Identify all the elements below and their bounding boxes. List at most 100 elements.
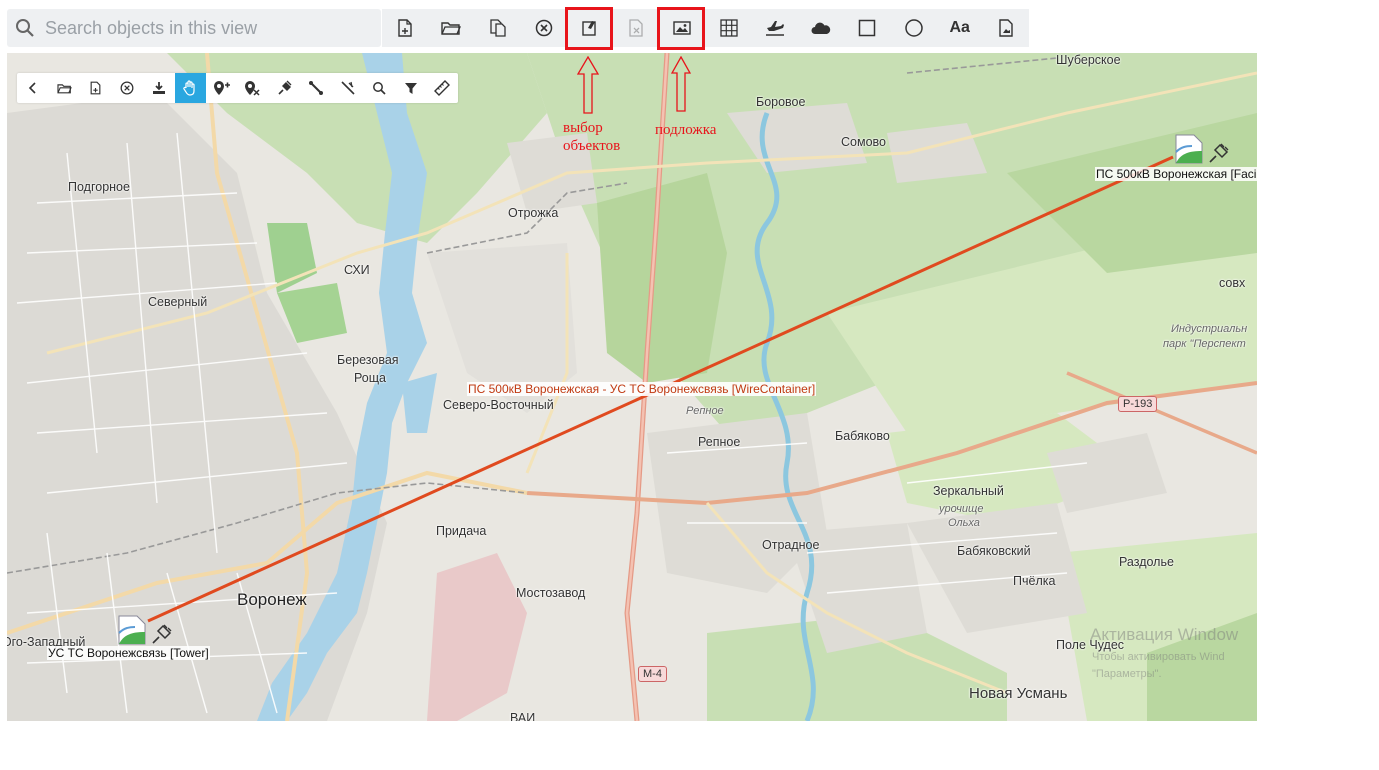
place-label: парк "Перспект (1163, 338, 1246, 350)
map-view[interactable]: Шуберское Боровое Сомово Подгорное Отрож… (7, 53, 1257, 721)
file-icon (999, 19, 1013, 37)
place-label: Бабяково (835, 429, 890, 443)
cloud-icon (811, 22, 831, 34)
copy-document-icon (489, 19, 506, 37)
delete-document-button[interactable] (613, 9, 659, 47)
windows-activation-watermark: Активация Window (1090, 625, 1239, 644)
map-open-button[interactable] (49, 73, 81, 103)
new-document-icon (398, 19, 412, 37)
place-label: Отрадное (762, 538, 820, 552)
map-add-pin-button[interactable] (206, 73, 238, 103)
place-label: Пчёлка (1013, 574, 1056, 588)
text-icon: Aa (949, 19, 970, 36)
map-back-button[interactable] (17, 73, 49, 103)
open-folder-button[interactable] (428, 9, 474, 47)
map-plug-button[interactable] (269, 73, 301, 103)
map-line-edit-button[interactable] (332, 73, 364, 103)
place-label: Боровое (756, 95, 806, 109)
tower-label[interactable]: УС ТС Воронежсвязь [Tower] (47, 646, 210, 660)
circle-icon (904, 19, 923, 37)
backdrop-annotation: подложка (655, 122, 717, 138)
search-icon (16, 19, 34, 37)
new-document-button[interactable] (382, 9, 428, 47)
place-label: Сомово (841, 135, 886, 149)
add-pin-icon (213, 81, 230, 95)
place-label: Репное (686, 405, 724, 417)
line-tool-icon (309, 81, 324, 95)
map-filter-button[interactable] (395, 73, 427, 103)
place-label: Репное (698, 435, 741, 449)
facility-label[interactable]: ПС 500кВ Воронежская [Facility] (1095, 167, 1257, 181)
search-box[interactable] (7, 9, 381, 47)
place-label: Мостозавод (516, 586, 586, 600)
place-label: Новая Усмань (969, 685, 1068, 702)
place-label: Отрожка (508, 206, 559, 220)
hand-pan-icon (183, 80, 195, 96)
place-label: Воронеж (237, 590, 307, 609)
windows-activation-watermark: Чтобы активировать Wind (1092, 651, 1225, 663)
select-objects-annotation: выбор объектов (563, 120, 621, 154)
close-circle-icon (535, 19, 553, 37)
place-label: СХИ (344, 263, 370, 277)
place-label: совх (1219, 276, 1246, 290)
map-line-tool-button[interactable] (301, 73, 333, 103)
map-close-button[interactable] (112, 73, 144, 103)
place-label: Зеркальный (933, 484, 1004, 498)
cloud-button[interactable] (798, 9, 844, 47)
place-label: Раздолье (1119, 555, 1174, 569)
image-object-icon (1175, 134, 1203, 164)
back-arrow-icon (28, 82, 36, 94)
place-label: урочище (939, 503, 984, 515)
place-label: ВАИ (510, 711, 536, 721)
place-label: Подгорное (68, 180, 130, 194)
place-label: Индустриальн (1171, 323, 1248, 335)
tower-object[interactable] (118, 615, 174, 647)
rectangle-icon (859, 19, 876, 37)
ruler-icon (434, 80, 451, 96)
facility-object[interactable] (1175, 134, 1231, 166)
delete-document-icon (629, 19, 643, 37)
new-document-icon (90, 81, 101, 95)
circle-button[interactable] (890, 9, 936, 47)
arrow-up-icon (671, 56, 691, 112)
rectangle-button[interactable] (844, 9, 890, 47)
image-object-icon (118, 615, 146, 645)
search-input[interactable] (43, 16, 367, 40)
open-folder-icon (57, 83, 72, 93)
copy-document-button[interactable] (474, 9, 520, 47)
place-label: Шуберское (1056, 53, 1121, 67)
road-shield: Р-193 (1118, 396, 1158, 412)
arrow-up-icon (577, 56, 599, 114)
plug-icon (278, 80, 292, 95)
main-toolbar: Aa (382, 9, 1029, 47)
map-ruler-button[interactable] (427, 73, 459, 103)
road-shield: М-4 (638, 666, 667, 682)
text-button[interactable]: Aa (937, 9, 983, 47)
place-label: Роща (354, 371, 386, 385)
zoom-icon (373, 82, 386, 95)
place-label: Северо-Восточный (443, 398, 554, 412)
map-download-button[interactable] (143, 73, 175, 103)
grid-button[interactable] (706, 9, 752, 47)
place-label: Ольха (948, 517, 980, 529)
map-new-button[interactable] (80, 73, 112, 103)
wire-label[interactable]: ПС 500кВ Воронежская - УС ТС Воронежсвяз… (467, 382, 817, 396)
place-label: Бабяковский (957, 544, 1031, 558)
close-circle-button[interactable] (521, 9, 567, 47)
remove-pin-icon (245, 81, 260, 96)
airplane-button[interactable] (752, 9, 798, 47)
plug-icon (152, 624, 172, 644)
windows-activation-watermark: "Параметры". (1092, 668, 1162, 680)
line-edit-icon (341, 81, 355, 95)
select-objects-highlight (565, 7, 613, 50)
filter-icon (404, 83, 417, 94)
file-button[interactable] (983, 9, 1029, 47)
map-zoom-button[interactable] (364, 73, 396, 103)
map-remove-pin-button[interactable] (238, 73, 270, 103)
open-folder-icon (441, 22, 462, 35)
place-label: Северный (148, 295, 208, 309)
airplane-icon (765, 21, 784, 36)
close-circle-icon (120, 81, 134, 95)
place-label: Придача (436, 524, 487, 538)
map-pan-button[interactable] (174, 73, 206, 103)
